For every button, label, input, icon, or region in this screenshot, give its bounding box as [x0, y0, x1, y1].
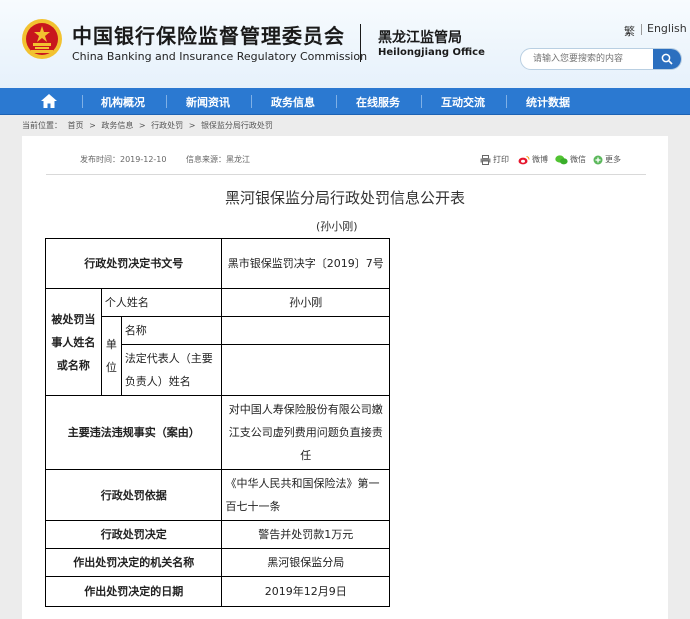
national-emblem-icon [22, 19, 62, 59]
home-icon[interactable] [41, 94, 57, 108]
person-name-value: 孙小刚 [221, 288, 390, 317]
decision-date-value: 2019年12月9日 [221, 576, 390, 607]
weibo-icon [518, 155, 530, 164]
unit-label: 单位 [100, 316, 122, 396]
nav-item-online-service[interactable]: 在线服务 [356, 94, 400, 110]
page-title: 黑河银保监分局行政处罚信息公开表 [224, 189, 465, 207]
search-box [520, 48, 682, 70]
nav-separator [251, 95, 252, 108]
weibo-label: 微博 [532, 155, 548, 164]
basis-value: 《中华人民共和国保险法》第一百七十一条 [221, 469, 390, 521]
nav-separator [506, 95, 507, 108]
nav-item-interaction[interactable]: 互动交流 [441, 94, 485, 110]
person-name-label: 个人姓名 [100, 288, 223, 317]
table-row: 主要违法违规事实（案由） 对中国人寿保险股份有限公司嫩江支公司虚列费用问题负直接… [44, 395, 390, 470]
unit-name-label: 名称 [120, 316, 223, 345]
weibo-button[interactable]: 微博 [518, 154, 548, 165]
breadcrumb-separator: > [138, 121, 146, 130]
breadcrumb-penalty[interactable]: 行政处罚 [151, 121, 183, 130]
decision-value: 警告并处罚款1万元 [221, 520, 390, 549]
authority-value: 黑河银保监分局 [221, 548, 390, 577]
search-button[interactable] [653, 49, 681, 69]
publish-time: 发布时间：2019-12-10 [80, 155, 167, 164]
lang-separator [641, 24, 642, 35]
nav-item-gov-info[interactable]: 政务信息 [271, 94, 315, 110]
nav-item-about[interactable]: 机构概况 [101, 94, 145, 110]
table-row: 被处罚当事人姓名或名称 个人姓名 孙小刚 [45, 288, 390, 396]
table-row: 行政处罚决定 警告并处罚款1万元 [44, 520, 390, 549]
legal-rep-value [221, 344, 390, 396]
search-icon [661, 53, 673, 65]
org-name-cn[interactable]: 中国银行保险监督管理委员会 [72, 20, 345, 49]
table-row: 行政处罚依据 《中华人民共和国保险法》第一百七十一条 [44, 469, 390, 521]
logo-divider [360, 24, 361, 62]
breadcrumb-separator: > [89, 121, 96, 130]
print-button[interactable]: 打印 [480, 154, 509, 165]
lang-traditional-link[interactable]: 繁 [624, 23, 635, 39]
print-label: 打印 [493, 155, 509, 164]
more-label: 更多 [605, 155, 621, 164]
doc-number-label: 行政处罚决定书文号 [44, 238, 223, 289]
table-row: 行政处罚决定书文号 黑市银保监罚决字〔2019〕7号 [44, 238, 390, 289]
basis-label: 行政处罚依据 [44, 469, 223, 521]
meta-divider [46, 174, 646, 175]
breadcrumb-prefix: 当前位置： [22, 121, 62, 130]
nav-separator [421, 95, 422, 108]
breadcrumb-gov-info[interactable]: 政务信息 [101, 121, 133, 130]
search-input[interactable] [521, 49, 655, 69]
page-subtitle: (孙小刚) [316, 220, 358, 233]
breadcrumb-branch-penalty[interactable]: 银保监分局行政处罚 [201, 121, 273, 130]
org-name-en[interactable]: China Banking and Insurance Regulatory C… [72, 50, 367, 63]
wechat-label: 微信 [570, 155, 586, 164]
breadcrumb: 当前位置： 首页 > 政务信息 > 行政处罚 > 银保监分局行政处罚 [22, 120, 276, 131]
main-nav: 机构概况 新闻资讯 政务信息 在线服务 互动交流 统计数据 [0, 88, 690, 115]
table-row: 作出处罚决定的日期 2019年12月9日 [44, 576, 390, 607]
nav-separator [166, 95, 167, 108]
nav-separator [82, 95, 83, 108]
penalty-info-table: 行政处罚决定书文号 黑市银保监罚决字〔2019〕7号 被处罚当事人姓名或名称 个… [44, 238, 390, 607]
authority-label: 作出处罚决定的机关名称 [44, 548, 223, 577]
nav-item-statistics[interactable]: 统计数据 [526, 94, 570, 110]
nav-separator [336, 95, 337, 108]
doc-number-value: 黑市银保监罚决字〔2019〕7号 [221, 238, 390, 289]
lang-english-link[interactable]: English [647, 22, 687, 35]
breadcrumb-separator: > [188, 121, 196, 130]
party-label: 被处罚当事人姓名或名称 [45, 288, 102, 396]
office-name-cn: 黑龙江监管局 [378, 30, 462, 46]
print-icon [480, 154, 491, 165]
breadcrumb-home[interactable]: 首页 [68, 121, 84, 130]
nav-item-news[interactable]: 新闻资讯 [186, 94, 230, 110]
office-name-en: Heilongjiang Office [378, 47, 485, 58]
more-button[interactable]: 更多 [593, 154, 621, 165]
more-icon [593, 155, 603, 164]
unit-name-value [221, 316, 390, 345]
legal-rep-label: 法定代表人（主要负责人）姓名 [120, 344, 223, 396]
violation-label: 主要违法违规事实（案由） [44, 395, 223, 470]
decision-date-label: 作出处罚决定的日期 [44, 576, 223, 607]
info-source: 信息来源：黑龙江 [186, 155, 250, 164]
wechat-button[interactable]: 微信 [555, 154, 586, 165]
site-header: 中国银行保险监督管理委员会 China Banking and Insuranc… [0, 0, 690, 88]
wechat-icon [555, 154, 568, 164]
violation-value: 对中国人寿保险股份有限公司嫩江支公司虚列费用问题负直接责任 [221, 395, 390, 470]
table-row: 作出处罚决定的机关名称 黑河银保监分局 [44, 548, 390, 577]
decision-label: 行政处罚决定 [44, 520, 223, 549]
